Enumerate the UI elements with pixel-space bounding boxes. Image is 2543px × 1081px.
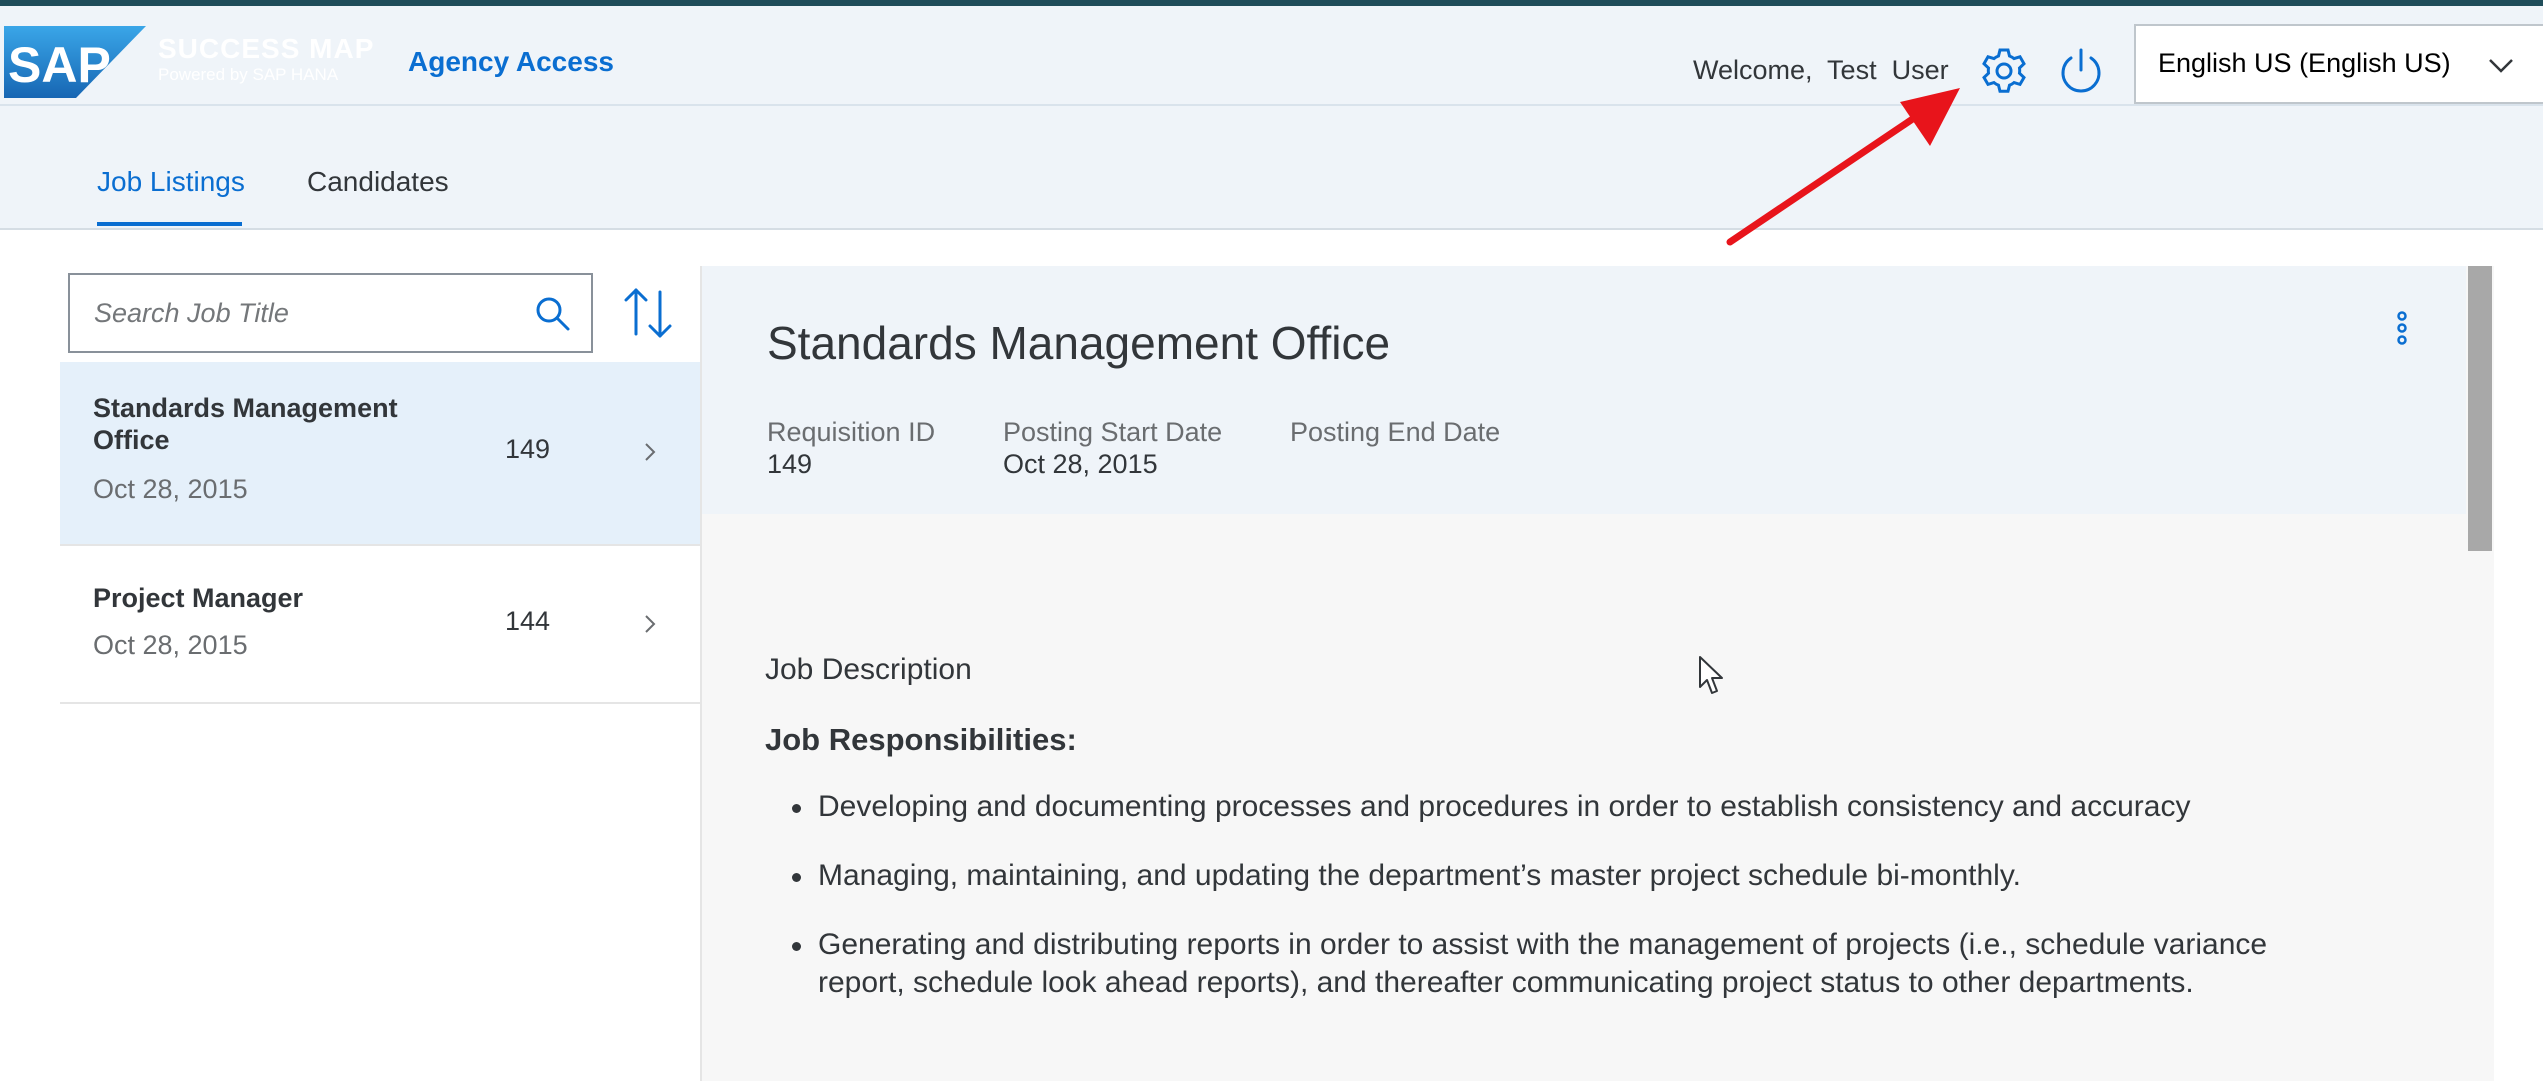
sort-button[interactable]	[618, 282, 680, 344]
job-list: Standards Management Office Oct 28, 2015…	[60, 362, 700, 704]
tab-candidates[interactable]: Candidates	[307, 166, 449, 198]
list-item: Generating and distributing reports in o…	[792, 926, 2298, 1002]
app-title: Agency Access	[408, 46, 614, 77]
sap-logo[interactable]: SAP	[4, 26, 146, 98]
product-subtitle: Powered by SAP HANA	[158, 65, 339, 84]
tab-job-listings[interactable]: Job Listings	[97, 166, 245, 198]
search-input[interactable]	[94, 293, 514, 333]
list-item-title: Standards Management Office	[93, 393, 398, 455]
language-select-value: English US (English US)	[2158, 48, 2451, 78]
list-item-date: Oct 28, 2015	[93, 474, 248, 504]
language-select[interactable]: English US (English US)	[2134, 24, 2543, 104]
list-item-title: Project Manager	[93, 583, 304, 613]
logout-button[interactable]	[2050, 40, 2112, 102]
attribute-requisition-id: Requisition ID 149	[767, 416, 935, 480]
mouse-cursor-icon	[1699, 656, 1723, 694]
overflow-icon	[2397, 311, 2407, 345]
tab-bar: Job Listings Candidates	[0, 106, 2543, 230]
attribute-posting-start-date: Posting Start Date Oct 28, 2015	[1003, 416, 1222, 480]
svg-text:SAP: SAP	[8, 37, 111, 93]
chevron-right-icon	[645, 443, 656, 461]
product-title: SUCCESS MAP	[158, 33, 375, 64]
sap-logo-icon: SAP	[4, 26, 146, 98]
responsibilities-list: Developing and documenting processes and…	[792, 788, 2298, 1033]
shell-header: SAP SUCCESS MAP Powered by SAP HANA Agen…	[0, 6, 2543, 106]
detail-title: Standards Management Office	[767, 317, 1391, 369]
list-item-id: 149	[505, 434, 551, 464]
settings-gear-icon	[1982, 48, 2026, 93]
chevron-down-icon	[2489, 59, 2513, 73]
attribute-label: Requisition ID	[767, 417, 936, 447]
tab-selected-indicator	[97, 222, 242, 226]
settings-button[interactable]	[1973, 40, 2035, 102]
attribute-label: Posting Start Date	[1003, 417, 1223, 447]
responsibilities-heading: Job Responsibilities:	[765, 722, 1077, 757]
list-item: Developing and documenting processes and…	[792, 788, 2298, 826]
sort-icon	[624, 288, 672, 338]
power-icon	[2061, 48, 2101, 93]
scrollbar-thumb[interactable]	[2468, 266, 2492, 551]
list-item-id: 144	[505, 606, 551, 636]
product-name: SUCCESS MAP Powered by SAP HANA	[158, 34, 374, 86]
annotation-arrow	[1726, 88, 1960, 246]
list-item[interactable]: Standards Management Office Oct 28, 2015…	[60, 362, 700, 546]
list-item: Managing, maintaining, and updating the …	[792, 857, 2298, 895]
detail-header: Standards Management Office Requisition …	[702, 266, 2468, 514]
list-item-date: Oct 28, 2015	[93, 630, 248, 660]
overflow-button[interactable]	[2382, 302, 2422, 362]
search-icon[interactable]	[534, 295, 572, 333]
job-description-heading: Job Description	[765, 653, 972, 686]
attribute-posting-end-date: Posting End Date	[1290, 416, 1500, 448]
chevron-right-icon	[645, 615, 656, 633]
attribute-value: Oct 28, 2015	[1003, 449, 1158, 479]
attribute-label: Posting End Date	[1290, 417, 1501, 447]
search-field[interactable]	[68, 273, 593, 353]
list-item[interactable]: Project Manager Oct 28, 2015 144	[60, 546, 700, 704]
attribute-value: 149	[767, 449, 813, 479]
